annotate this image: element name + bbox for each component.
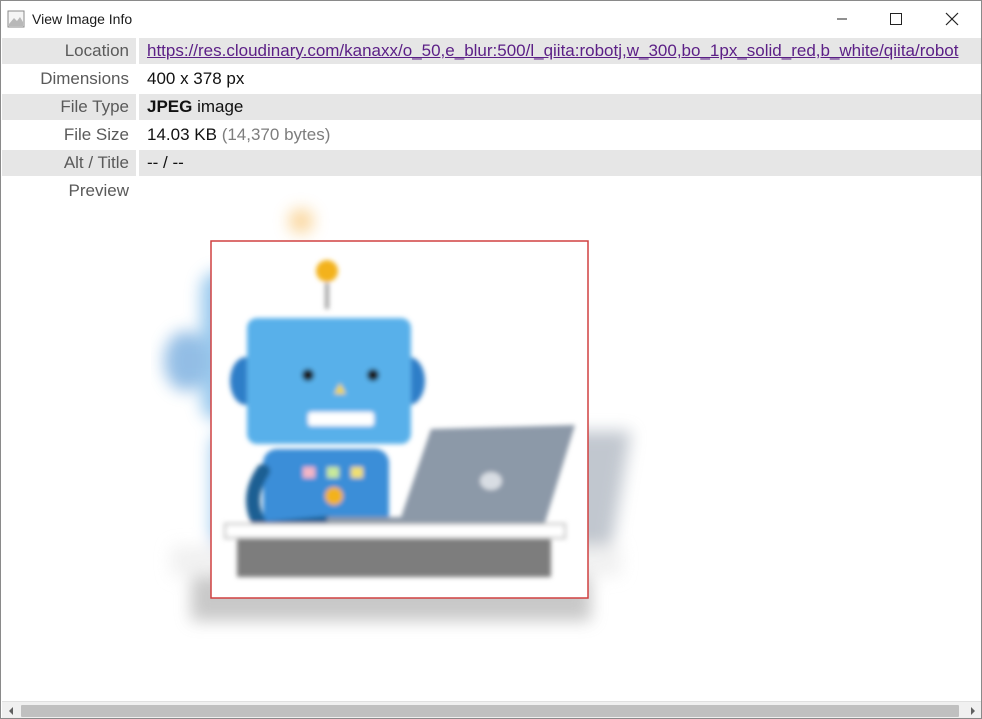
row-alt-title: Alt / Title -- / -- — [2, 150, 981, 178]
dimensions-label: Dimensions — [40, 69, 129, 88]
file-size-value: 14.03 KB — [147, 125, 217, 144]
chevron-left-icon — [8, 706, 13, 715]
location-link[interactable]: https://res.cloudinary.com/kanaxx/o_50,e… — [147, 41, 958, 60]
scrollbar-thumb[interactable] — [21, 705, 959, 717]
close-button[interactable] — [929, 1, 975, 37]
row-location: Location https://res.cloudinary.com/kana… — [2, 38, 981, 66]
file-type-label: File Type — [60, 97, 129, 116]
file-size-bytes: (14,370 bytes) — [221, 125, 331, 144]
dimensions-value: 400 x 378 px — [147, 69, 245, 88]
row-dimensions: Dimensions 400 x 378 px — [2, 66, 981, 94]
horizontal-scrollbar[interactable] — [2, 701, 981, 718]
file-type-format: JPEG — [147, 97, 193, 116]
maximize-icon — [890, 13, 902, 25]
row-file-type: File Type JPEG image — [2, 94, 981, 122]
location-label: Location — [64, 41, 129, 60]
row-file-size: File Size 14.03 KB (14,370 bytes) — [2, 122, 981, 150]
minimize-button[interactable] — [819, 1, 865, 37]
minimize-icon — [837, 18, 847, 20]
chevron-right-icon — [970, 706, 975, 715]
alt-title-label: Alt / Title — [63, 153, 129, 172]
image-icon — [7, 10, 25, 28]
title-bar[interactable]: View Image Info — [1, 1, 981, 37]
maximize-button[interactable] — [873, 1, 919, 37]
scroll-right-button[interactable] — [964, 702, 981, 718]
alt-title-value: -- / -- — [139, 150, 981, 176]
image-info-table: Location https://res.cloudinary.com/kana… — [2, 38, 981, 206]
preview-label: Preview — [68, 181, 129, 200]
preview-image — [164, 209, 631, 621]
image-info-window: View Image Info Location https://res.clo… — [0, 0, 982, 719]
image-preview — [151, 191, 671, 651]
file-size-label: File Size — [63, 125, 129, 144]
file-type-suffix: image — [192, 97, 244, 116]
scroll-left-button[interactable] — [2, 702, 19, 718]
close-icon — [945, 12, 959, 26]
window-title: View Image Info — [32, 11, 133, 27]
